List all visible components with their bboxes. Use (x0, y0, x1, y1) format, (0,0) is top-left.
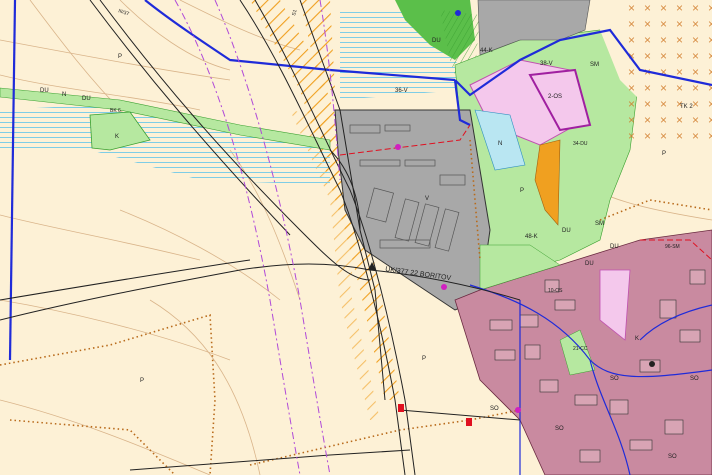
label-so-5: SO (555, 426, 564, 432)
map-viewport[interactable]: × (0, 0, 712, 475)
label-48k: 48-K (525, 234, 538, 240)
label-so-1: SO (490, 406, 499, 412)
label-k-s: K (635, 336, 639, 342)
label-bk6: BK 6 (110, 108, 121, 114)
magenta-marker-road (441, 284, 447, 290)
magenta-marker-south (515, 407, 521, 413)
label-p-4: P (662, 151, 666, 157)
label-so-4: SO (668, 454, 677, 460)
label-10os: 10-OS (548, 288, 563, 294)
label-v: V (425, 196, 429, 202)
red-marker-2 (466, 418, 472, 426)
label-p-5: P (520, 188, 524, 194)
label-2os: 2-OS (548, 94, 562, 100)
label-so-3: SO (690, 376, 699, 382)
label-du-3: DU (432, 38, 441, 44)
label-21cc: 21-CC (573, 346, 588, 352)
label-k: K (115, 134, 119, 140)
label-n-2: N (498, 141, 502, 147)
label-36v: 36-V (395, 88, 408, 94)
label-du-1: DU (40, 88, 49, 94)
zoning-map[interactable]: × (0, 0, 712, 475)
label-sm-2: SM (595, 221, 604, 227)
label-tk2: TK 2 (680, 104, 693, 110)
label-34du: 34-DU (573, 141, 588, 147)
cross-hatch-area (620, 0, 712, 140)
label-44k: 44-K (480, 48, 493, 54)
label-n-1: N (62, 92, 66, 98)
label-p-1: P (118, 54, 122, 60)
label-du-5: DU (610, 244, 619, 250)
label-du-6: DU (585, 261, 594, 267)
label-du-2: DU (82, 96, 91, 102)
blue-marker (455, 10, 461, 16)
label-so-2: SO (610, 376, 619, 382)
magenta-marker (395, 144, 401, 150)
junction-marker (649, 361, 655, 367)
label-p-2: P (140, 378, 144, 384)
label-sm-1: SM (590, 62, 599, 68)
label-du-4: DU (562, 228, 571, 234)
label-p-3: P (422, 356, 426, 362)
label-96sm: 96-SM (665, 244, 680, 250)
red-marker (398, 404, 404, 412)
label-38v: 38-V (540, 61, 553, 67)
